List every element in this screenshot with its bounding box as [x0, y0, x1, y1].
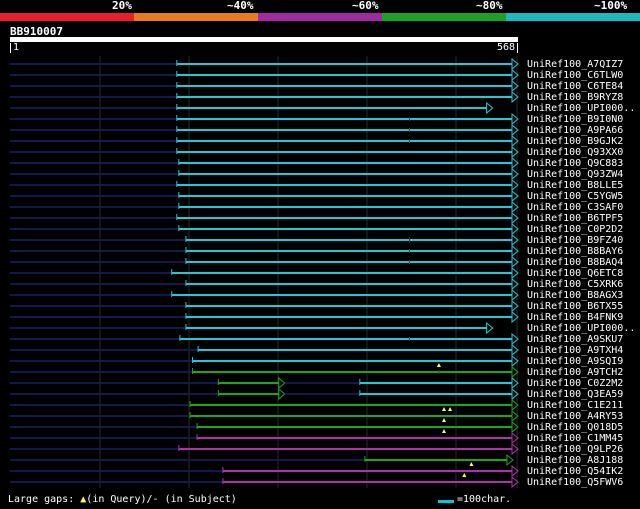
- hit-label[interactable]: UniRef100_C5YGW5: [527, 191, 623, 202]
- legend-gaps-query: (in Query)/: [86, 494, 153, 505]
- hit-label[interactable]: UniRef100_B9I0N0: [527, 114, 623, 125]
- hit-label[interactable]: UniRef100_A9SKU7: [527, 334, 623, 345]
- hit-arrowhead: [506, 453, 514, 467]
- hit-arrowhead: [486, 101, 494, 115]
- hit-label[interactable]: UniRef100_B9GJK2: [527, 136, 623, 147]
- hit-label[interactable]: UniRef100_C1E211: [527, 400, 623, 411]
- legend-scale-line: [438, 500, 454, 503]
- hit-label[interactable]: UniRef100_A7QIZ7: [527, 59, 623, 70]
- query-gap-marker: [469, 462, 474, 466]
- hit-label[interactable]: UniRef100_Q3EA59: [527, 389, 623, 400]
- hit-label[interactable]: UniRef100_A9SQI9: [527, 356, 623, 367]
- hit-label[interactable]: UniRef100_Q93XX0: [527, 147, 623, 158]
- hit-label[interactable]: UniRef100_Q6ETC8: [527, 268, 623, 279]
- hit-label[interactable]: UniRef100_C6TLW0: [527, 70, 623, 81]
- hit-arrowhead: [278, 387, 286, 401]
- query-gap-marker: [441, 418, 446, 422]
- hit-label[interactable]: UniRef100_UPI000..: [527, 323, 635, 334]
- query-gap-marker: [448, 407, 453, 411]
- hit-label[interactable]: UniRef100_B9RYZ8: [527, 92, 623, 103]
- hit-label[interactable]: UniRef100_Q9C883: [527, 158, 623, 169]
- query-gap-marker: [436, 363, 441, 367]
- legend-gaps-subject: (in Subject): [158, 494, 237, 505]
- hit-label[interactable]: UniRef100_Q54IK2: [527, 466, 623, 477]
- hit-label[interactable]: UniRef100_B6TX55: [527, 301, 623, 312]
- hit-label[interactable]: UniRef100_C0Z2M2: [527, 378, 623, 389]
- hit-arrowhead: [486, 321, 494, 335]
- legend-scale-text: =100char.: [457, 494, 512, 505]
- query-gap-marker: [462, 473, 467, 477]
- hit-label[interactable]: UniRef100_B4FNK9: [527, 312, 623, 323]
- hit-label[interactable]: UniRef100_A9TCH2: [527, 367, 623, 378]
- query-gap-marker: [441, 407, 446, 411]
- hit-label[interactable]: UniRef100_UPI000..: [527, 103, 635, 114]
- hit-label[interactable]: UniRef100_A9TXH4: [527, 345, 623, 356]
- hit-label[interactable]: UniRef100_Q018D5: [527, 422, 623, 433]
- hit-label[interactable]: UniRef100_B6TPF5: [527, 213, 623, 224]
- hit-label[interactable]: UniRef100_B8AGX3: [527, 290, 623, 301]
- hit-label[interactable]: UniRef100_Q9LP26: [527, 444, 623, 455]
- hit-label[interactable]: UniRef100_B8BAY6: [527, 246, 623, 257]
- hit-label[interactable]: UniRef100_C3SAF0: [527, 202, 623, 213]
- hit-label[interactable]: UniRef100_A8J188: [527, 455, 623, 466]
- hit-label[interactable]: UniRef100_B8LLE5: [527, 180, 623, 191]
- hit-label[interactable]: UniRef100_A9PA66: [527, 125, 623, 136]
- hit-label[interactable]: UniRef100_Q93ZW4: [527, 169, 623, 180]
- legend: Large gaps: ▲(in Query)/- (in Subject): [8, 494, 237, 506]
- hit-label[interactable]: UniRef100_C1MM45: [527, 433, 623, 444]
- hit-label[interactable]: UniRef100_B8BAQ4: [527, 257, 623, 268]
- hit-label[interactable]: UniRef100_C0P2D2: [527, 224, 623, 235]
- hit-label[interactable]: UniRef100_Q5FWV6: [527, 477, 623, 488]
- hit-label[interactable]: UniRef100_C5XRK6: [527, 279, 623, 290]
- legend-gaps-prefix: Large gaps:: [8, 494, 75, 505]
- hit-label[interactable]: UniRef100_C6TE84: [527, 81, 623, 92]
- hit-label[interactable]: UniRef100_B9FZ40: [527, 235, 623, 246]
- query-gap-marker: [441, 429, 446, 433]
- hit-label[interactable]: UniRef100_A4RY53: [527, 411, 623, 422]
- hit-arrowhead: [278, 376, 286, 390]
